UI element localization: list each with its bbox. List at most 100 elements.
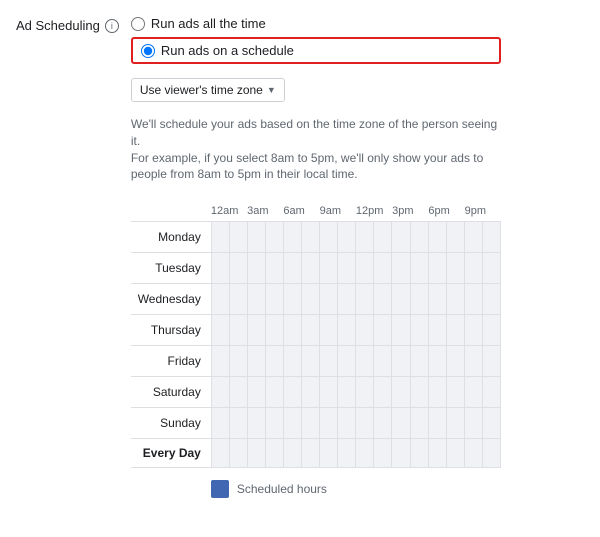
time-cell[interactable]: [482, 439, 501, 467]
time-cell[interactable]: [301, 253, 319, 283]
time-cell[interactable]: [283, 439, 301, 467]
time-cell[interactable]: [283, 253, 301, 283]
time-cell[interactable]: [464, 284, 482, 314]
time-cell[interactable]: [391, 253, 409, 283]
time-cell[interactable]: [337, 377, 355, 407]
time-cell[interactable]: [464, 253, 482, 283]
time-cell[interactable]: [482, 346, 501, 376]
info-icon[interactable]: i: [105, 19, 119, 33]
time-cell[interactable]: [464, 377, 482, 407]
time-cell[interactable]: [391, 315, 409, 345]
time-cell[interactable]: [283, 284, 301, 314]
time-cell[interactable]: [355, 439, 373, 467]
time-cell[interactable]: [428, 315, 446, 345]
time-cell[interactable]: [482, 284, 501, 314]
time-cell[interactable]: [265, 253, 283, 283]
time-cell[interactable]: [301, 222, 319, 252]
time-cell[interactable]: [355, 346, 373, 376]
time-cell[interactable]: [410, 439, 428, 467]
time-cell[interactable]: [229, 222, 247, 252]
time-cell[interactable]: [337, 253, 355, 283]
time-cell[interactable]: [391, 346, 409, 376]
time-cell[interactable]: [211, 315, 229, 345]
time-cell[interactable]: [301, 408, 319, 438]
time-cell[interactable]: [410, 377, 428, 407]
time-cell[interactable]: [391, 408, 409, 438]
time-cell[interactable]: [211, 346, 229, 376]
time-cell[interactable]: [373, 315, 391, 345]
time-cell[interactable]: [229, 253, 247, 283]
time-cell[interactable]: [373, 346, 391, 376]
time-cell[interactable]: [247, 284, 265, 314]
time-cell[interactable]: [428, 222, 446, 252]
time-cell[interactable]: [373, 222, 391, 252]
time-cell[interactable]: [428, 284, 446, 314]
time-cell[interactable]: [355, 222, 373, 252]
time-cell[interactable]: [229, 439, 247, 467]
time-cell[interactable]: [211, 222, 229, 252]
time-cell[interactable]: [301, 439, 319, 467]
time-cell[interactable]: [355, 284, 373, 314]
time-cell[interactable]: [446, 377, 464, 407]
time-cell[interactable]: [355, 315, 373, 345]
time-cell[interactable]: [410, 315, 428, 345]
time-cell[interactable]: [355, 408, 373, 438]
time-cell[interactable]: [247, 315, 265, 345]
time-cell[interactable]: [391, 439, 409, 467]
time-cell[interactable]: [265, 377, 283, 407]
time-cell[interactable]: [265, 284, 283, 314]
time-cell[interactable]: [391, 284, 409, 314]
time-cell[interactable]: [446, 284, 464, 314]
time-cell[interactable]: [301, 315, 319, 345]
time-cell[interactable]: [337, 222, 355, 252]
time-cell[interactable]: [337, 439, 355, 467]
time-cell[interactable]: [247, 377, 265, 407]
time-cell[interactable]: [247, 346, 265, 376]
time-cell[interactable]: [283, 377, 301, 407]
time-cell[interactable]: [446, 315, 464, 345]
radio-schedule[interactable]: [141, 44, 155, 58]
time-cell[interactable]: [337, 408, 355, 438]
time-cell[interactable]: [410, 346, 428, 376]
time-cell[interactable]: [391, 377, 409, 407]
time-cell[interactable]: [283, 346, 301, 376]
time-cell[interactable]: [247, 253, 265, 283]
time-cell[interactable]: [428, 408, 446, 438]
radio-option-all-time[interactable]: Run ads all the time: [131, 16, 501, 31]
time-cell[interactable]: [265, 315, 283, 345]
time-cell[interactable]: [446, 222, 464, 252]
time-cell[interactable]: [446, 253, 464, 283]
time-cell[interactable]: [283, 222, 301, 252]
time-cell[interactable]: [464, 222, 482, 252]
time-cell[interactable]: [464, 408, 482, 438]
time-cell[interactable]: [428, 439, 446, 467]
time-cell[interactable]: [355, 253, 373, 283]
time-cell[interactable]: [482, 315, 501, 345]
time-cell[interactable]: [229, 377, 247, 407]
time-cell[interactable]: [337, 315, 355, 345]
time-cell[interactable]: [229, 408, 247, 438]
time-cell[interactable]: [211, 253, 229, 283]
time-cell[interactable]: [265, 408, 283, 438]
time-cell[interactable]: [428, 253, 446, 283]
time-cell[interactable]: [265, 439, 283, 467]
time-cell[interactable]: [482, 408, 501, 438]
time-cell[interactable]: [373, 377, 391, 407]
time-cell[interactable]: [319, 315, 337, 345]
radio-all-time[interactable]: [131, 17, 145, 31]
time-cell[interactable]: [373, 439, 391, 467]
time-cell[interactable]: [247, 222, 265, 252]
time-cell[interactable]: [373, 253, 391, 283]
time-cell[interactable]: [319, 377, 337, 407]
time-cell[interactable]: [428, 346, 446, 376]
time-cell[interactable]: [337, 284, 355, 314]
time-cell[interactable]: [410, 222, 428, 252]
time-cell[interactable]: [319, 253, 337, 283]
time-cell[interactable]: [229, 346, 247, 376]
time-cell[interactable]: [265, 346, 283, 376]
time-cell[interactable]: [410, 408, 428, 438]
time-cell[interactable]: [410, 253, 428, 283]
time-cell[interactable]: [319, 439, 337, 467]
time-cell[interactable]: [446, 439, 464, 467]
time-cell[interactable]: [446, 408, 464, 438]
